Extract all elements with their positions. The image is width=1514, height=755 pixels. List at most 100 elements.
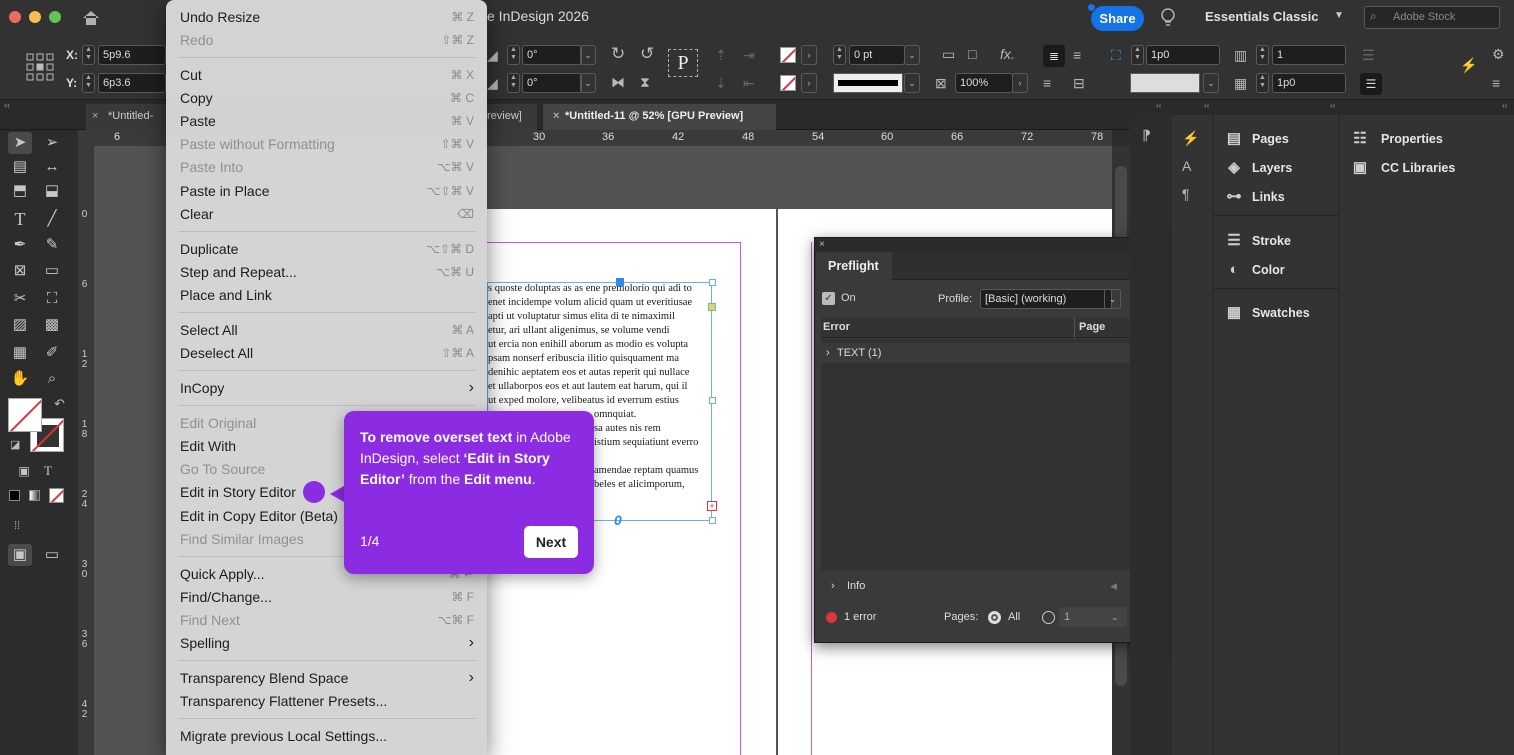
- reference-point-icon[interactable]: [26, 52, 54, 82]
- error-column-header[interactable]: Error: [823, 321, 850, 333]
- chevron-down-icon[interactable]: ⌄: [904, 73, 920, 93]
- frame-handle[interactable]: [616, 278, 624, 286]
- flip-horizontal-icon[interactable]: ⧓: [611, 73, 625, 91]
- auto-fit-icon[interactable]: ⛶: [1111, 47, 1121, 64]
- spacing-input[interactable]: 1p0: [1272, 73, 1346, 93]
- page-tool-icon[interactable]: ▤: [8, 156, 32, 178]
- info-section-toggle[interactable]: ›Info◀▶: [821, 576, 1151, 596]
- frame-handle[interactable]: [709, 397, 716, 404]
- content-placer-icon[interactable]: ⬓: [40, 180, 64, 202]
- content-collector-icon[interactable]: ⬒: [8, 180, 32, 202]
- shear-angle-input[interactable]: 0°: [522, 73, 582, 93]
- chevron-down-icon[interactable]: ⌄: [904, 45, 920, 65]
- formatting-text-icon[interactable]: T: [36, 460, 60, 482]
- swap-fill-stroke-icon[interactable]: ↶: [54, 396, 65, 412]
- chevron-down-icon[interactable]: ⌄: [1104, 289, 1121, 309]
- collapse-icon[interactable]: ‹‹: [4, 100, 10, 110]
- menu-item-clear[interactable]: Clear ⌫: [180, 203, 474, 225]
- menu-item-cut[interactable]: Cut ⌘ X: [180, 64, 474, 86]
- pencil-tool-icon[interactable]: ✎: [40, 234, 64, 256]
- collapse-icon[interactable]: ‹‹: [1330, 101, 1335, 110]
- default-fill-stroke-icon[interactable]: ◪: [10, 438, 20, 451]
- formatting-container-icon[interactable]: ▣: [12, 460, 36, 482]
- tab-preview[interactable]: review]: [487, 104, 537, 130]
- frame-handle[interactable]: [708, 303, 716, 311]
- stroke-weight-input[interactable]: 0 pt: [849, 45, 905, 65]
- panel-properties[interactable]: ☷ Properties: [1340, 125, 1514, 153]
- adobe-stock-search-input[interactable]: Adobe Stock: [1364, 6, 1500, 29]
- fill-swatch[interactable]: [8, 398, 42, 432]
- menu-item-duplicate[interactable]: Duplicate ⌥⇧⌘ D: [180, 238, 474, 260]
- justify-vertical-icon[interactable]: ⊟: [1073, 74, 1085, 92]
- hand-tool-icon[interactable]: ✋: [8, 368, 32, 390]
- home-icon[interactable]: [80, 7, 102, 29]
- panel-swatches[interactable]: ▦ Swatches: [1214, 299, 1338, 327]
- rotate-cw-icon[interactable]: ↻: [611, 45, 625, 63]
- drop-shadow-icon[interactable]: ▭: [942, 45, 955, 63]
- select-next-icon[interactable]: ⇥: [743, 46, 755, 64]
- scissors-tool-icon[interactable]: ✂: [8, 288, 32, 310]
- p-frame-icon[interactable]: P: [668, 49, 698, 77]
- lightning-icon[interactable]: ⚡: [1460, 56, 1477, 74]
- lightning-panel-icon[interactable]: ⚡: [1182, 129, 1199, 147]
- chevron-down-icon[interactable]: ⌄: [1203, 73, 1219, 93]
- character-styles-icon[interactable]: A: [1182, 157, 1191, 175]
- chevron-down-icon[interactable]: ⌄: [580, 73, 596, 93]
- panel-pages[interactable]: ▤ Pages: [1214, 125, 1338, 153]
- pen-tool-icon[interactable]: ✒: [8, 234, 32, 256]
- x-input[interactable]: 5p9.6: [98, 45, 166, 65]
- error-count[interactable]: 1 error: [844, 611, 876, 623]
- tab-untitled[interactable]: × *Untitled-: [86, 104, 168, 130]
- apply-gradient-icon[interactable]: [29, 490, 40, 501]
- shear-stepper[interactable]: ▲ ▼: [507, 73, 520, 93]
- chevron-down-icon[interactable]: ⌄: [580, 45, 596, 65]
- pages-range-radio[interactable]: [1042, 611, 1055, 624]
- tab-untitled-11[interactable]: × *Untitled-11 @ 52% [GPU Preview]: [543, 104, 776, 130]
- select-container-icon[interactable]: ⇡: [715, 46, 727, 64]
- gear-icon[interactable]: ⚙: [1492, 45, 1505, 63]
- frame-icon[interactable]: □: [968, 45, 976, 63]
- apply-none-icon[interactable]: [49, 488, 64, 503]
- columns-stepper[interactable]: ▲ ▼: [1256, 45, 1269, 65]
- gradient-feather-tool-icon[interactable]: ▩: [40, 314, 64, 336]
- flip-vertical-icon[interactable]: ⧗: [640, 73, 650, 91]
- menu-item-spelling[interactable]: Spelling ›: [180, 632, 474, 654]
- hamburger-menu-icon[interactable]: ≡: [1492, 74, 1500, 92]
- menu-item-deselect-all[interactable]: Deselect All ⇧⌘ A: [180, 342, 474, 364]
- overset-text-icon[interactable]: +: [707, 501, 717, 511]
- share-button[interactable]: Share: [1091, 6, 1144, 31]
- chevron-down-icon[interactable]: ⌄: [1111, 607, 1119, 627]
- apply-color-icon[interactable]: [9, 490, 20, 501]
- frame-handle[interactable]: [709, 279, 716, 286]
- menu-item-transparency-flattener-presets[interactable]: Transparency Flattener Presets...: [180, 690, 474, 712]
- panel-cc-libraries[interactable]: ▣ CC Libraries: [1340, 154, 1514, 182]
- direct-selection-tool-icon[interactable]: ➢: [40, 132, 64, 154]
- select-previous-icon[interactable]: ⇤: [743, 74, 755, 92]
- fx-icon[interactable]: fx.: [1000, 46, 1015, 62]
- y-stepper[interactable]: ▲ ▼: [82, 73, 95, 93]
- story-icon[interactable]: ⁋: [1142, 127, 1151, 144]
- preflight-on-checkbox[interactable]: ✓: [822, 292, 835, 305]
- minimize-window-button[interactable]: [29, 11, 41, 23]
- line-tool-icon[interactable]: ╱: [40, 208, 64, 230]
- menu-item-place-and-link[interactable]: Place and Link: [180, 284, 474, 306]
- tooltip-hotspot[interactable]: [303, 481, 325, 503]
- zoom-window-button[interactable]: [49, 11, 61, 23]
- chevron-right-icon[interactable]: ›: [1012, 73, 1028, 93]
- free-transform-tool-icon[interactable]: ⛶: [40, 288, 64, 310]
- menu-item-migrate-settings[interactable]: Migrate previous Local Settings...: [180, 725, 474, 747]
- align-center-icon[interactable]: ≡: [1073, 46, 1081, 64]
- menu-item-paste-in-place[interactable]: Paste in Place ⌥⇧⌘ V: [180, 180, 474, 202]
- panel-links[interactable]: ⊶ Links: [1214, 183, 1338, 211]
- panel-stroke[interactable]: ☰ Stroke: [1214, 227, 1338, 255]
- opacity-input[interactable]: 100%: [955, 73, 1013, 93]
- menu-item-step-and-repeat[interactable]: Step and Repeat... ⌥⌘ U: [180, 261, 474, 283]
- menu-item-select-all[interactable]: Select All ⌘ A: [180, 319, 474, 341]
- close-icon[interactable]: ×: [819, 238, 825, 251]
- menu-item-find-change[interactable]: Find/Change... ⌘ F: [180, 586, 474, 608]
- error-row-text[interactable]: › TEXT (1): [821, 343, 1151, 363]
- chevron-down-icon[interactable]: ▼: [1334, 10, 1344, 21]
- gradient-swatch-tool-icon[interactable]: ▨: [8, 314, 32, 336]
- rotate-angle-input[interactable]: 0°: [522, 45, 582, 65]
- stroke-type-select[interactable]: [833, 73, 903, 93]
